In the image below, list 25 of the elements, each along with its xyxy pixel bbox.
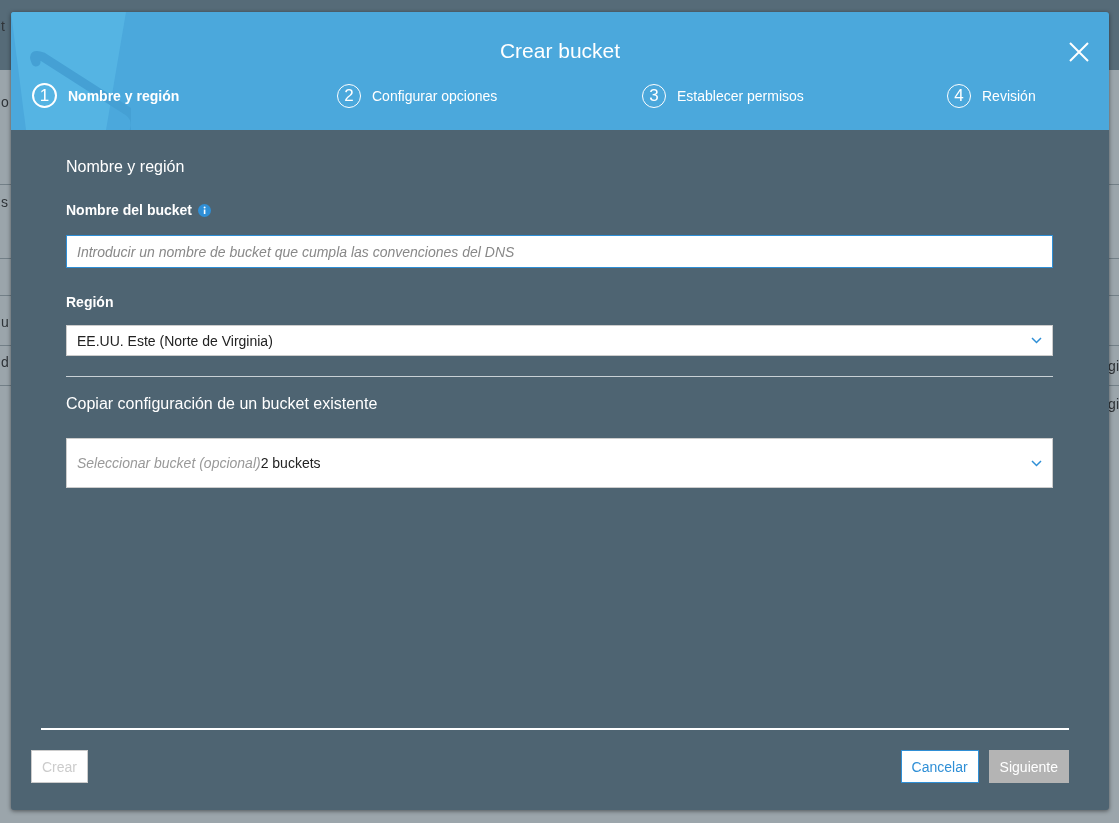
chevron-down-icon — [1031, 459, 1042, 467]
background-text: gi — [1108, 396, 1119, 412]
wizard-step[interactable]: 3 Establecer permisos — [642, 83, 947, 109]
section-title: Nombre y región — [66, 158, 186, 176]
background-text: s — [1, 194, 8, 210]
wizard-step[interactable]: 2 Configurar opciones — [337, 83, 642, 109]
section-title: Copiar configuración de un bucket existente — [66, 395, 379, 413]
close-button[interactable] — [1068, 41, 1090, 63]
field-label: Nombre del bucket — [66, 202, 193, 218]
close-icon — [1068, 41, 1090, 63]
background-text: u — [1, 314, 9, 330]
background-text: o — [1, 94, 9, 110]
dialog-title: Crear bucket — [499, 38, 621, 64]
info-icon[interactable] — [198, 203, 212, 217]
chevron-down-icon — [1031, 337, 1042, 344]
field-label: Región — [66, 294, 115, 310]
background-text: t — [1, 18, 5, 34]
wizard-step[interactable]: 1 Nombre y región — [32, 83, 337, 109]
background-text: gi — [1108, 358, 1119, 374]
cancel-button[interactable]: Cancelar — [900, 750, 979, 783]
bucket-name-field[interactable]: Introducir un nombre de bucket que cumpla las convenciones del DNS — [66, 235, 1053, 268]
background-text: d — [1, 354, 9, 370]
region-select[interactable]: EE.UU. Este (Norte de Virginia) — [66, 325, 1053, 356]
wizard-step[interactable]: 4 Revisión — [947, 83, 1109, 109]
bucket-select[interactable]: Seleccionar bucket (opcional)2 buckets — [66, 438, 1053, 488]
